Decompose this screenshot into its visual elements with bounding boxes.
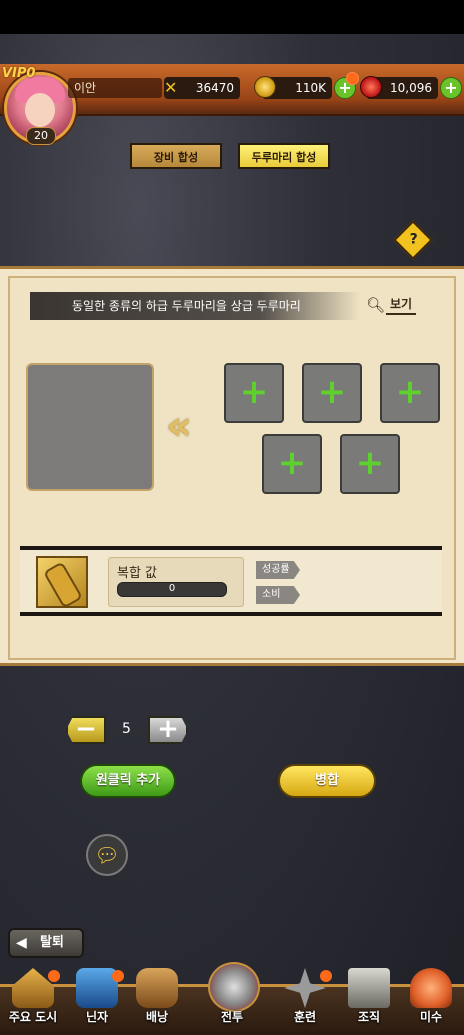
cost-label: 소비: [256, 586, 300, 604]
notification-dot: [320, 970, 332, 982]
notification-dot: [48, 970, 60, 982]
gem-icon: [360, 76, 382, 98]
add-gems-button[interactable]: +: [440, 77, 462, 99]
nav-main-city[interactable]: 주요 도시: [4, 966, 62, 1030]
synthesis-description: 동일한 종류의 하급 두루마리을 상급 두루마리: [30, 292, 360, 320]
backpack-icon: [136, 968, 178, 1008]
coin-icon: [254, 76, 276, 98]
player-name: 이안: [68, 78, 162, 98]
quantity-value: 5: [122, 721, 131, 737]
nav-label: 전투: [220, 1010, 244, 1024]
nav-label: 미수: [419, 1010, 443, 1024]
success-rate-label: 성공률: [256, 561, 300, 579]
view-button[interactable]: 보기: [386, 295, 417, 315]
magnifier-icon: 🔍︎: [366, 296, 386, 314]
tab-scroll-synthesis[interactable]: 두루마리 합성: [238, 143, 330, 169]
crossed-swords-icon: ✕: [164, 78, 178, 97]
nav-label: 닌자: [85, 1010, 109, 1024]
plus-icon: +: [395, 372, 425, 412]
building-icon: [348, 968, 390, 1008]
power-value: 36470: [195, 81, 234, 95]
compound-value-box: 복합 값 0: [108, 557, 244, 607]
nav-battle[interactable]: 전투: [200, 960, 264, 1024]
plus-icon: +: [239, 372, 269, 412]
chat-icon[interactable]: 💬︎: [86, 834, 128, 876]
one-click-add-button[interactable]: 원클릭 추가: [80, 764, 176, 798]
gem-value: 10,096: [390, 81, 432, 95]
material-slot-1[interactable]: +: [224, 363, 284, 423]
merge-button[interactable]: 병합: [278, 764, 376, 798]
scroll-item-icon[interactable]: [36, 556, 88, 609]
crossed-kunai-icon: [208, 962, 260, 1012]
material-slot-3[interactable]: +: [380, 363, 440, 423]
help-button[interactable]: ?: [393, 220, 433, 260]
nav-backpack[interactable]: 배낭: [128, 966, 186, 1030]
result-slot[interactable]: [26, 363, 154, 491]
compound-value: 0: [117, 582, 227, 597]
increase-button[interactable]: +: [148, 716, 188, 744]
nav-ninja[interactable]: 닌자: [68, 966, 126, 1030]
plus-icon: +: [277, 443, 307, 483]
material-slot-4[interactable]: +: [262, 434, 322, 494]
vip-badge[interactable]: VIP0: [2, 66, 35, 81]
double-arrow-icon: «: [166, 403, 192, 449]
nav-label: 조직: [357, 1010, 381, 1024]
question-icon: ?: [409, 231, 418, 248]
exit-label: 탈퇴: [40, 935, 64, 950]
nav-tailed-beast[interactable]: 미수: [402, 966, 460, 1030]
fox-icon: [410, 968, 452, 1008]
exit-button[interactable]: ◀ 탈퇴: [8, 928, 84, 958]
nav-label: 훈련: [293, 1010, 317, 1024]
coin-value: 110K: [295, 81, 326, 95]
material-slot-2[interactable]: +: [302, 363, 362, 423]
nav-organization[interactable]: 조직: [340, 966, 398, 1030]
player-level-badge: 20: [26, 127, 56, 145]
tab-equipment-synthesis[interactable]: 장비 합성: [130, 143, 222, 169]
compound-label: 복합 값: [117, 566, 158, 581]
status-bar: [0, 0, 464, 34]
nav-training[interactable]: 훈련: [276, 966, 334, 1030]
nav-label: 주요 도시: [8, 1010, 58, 1024]
decrease-button[interactable]: −: [66, 716, 106, 744]
notification-dot: [346, 72, 359, 85]
plus-icon: +: [355, 443, 385, 483]
nav-label: 배낭: [145, 1010, 169, 1024]
back-arrow-icon: ◀: [16, 935, 27, 951]
material-slot-5[interactable]: +: [340, 434, 400, 494]
notification-dot: [112, 970, 124, 982]
plus-icon: +: [317, 372, 347, 412]
